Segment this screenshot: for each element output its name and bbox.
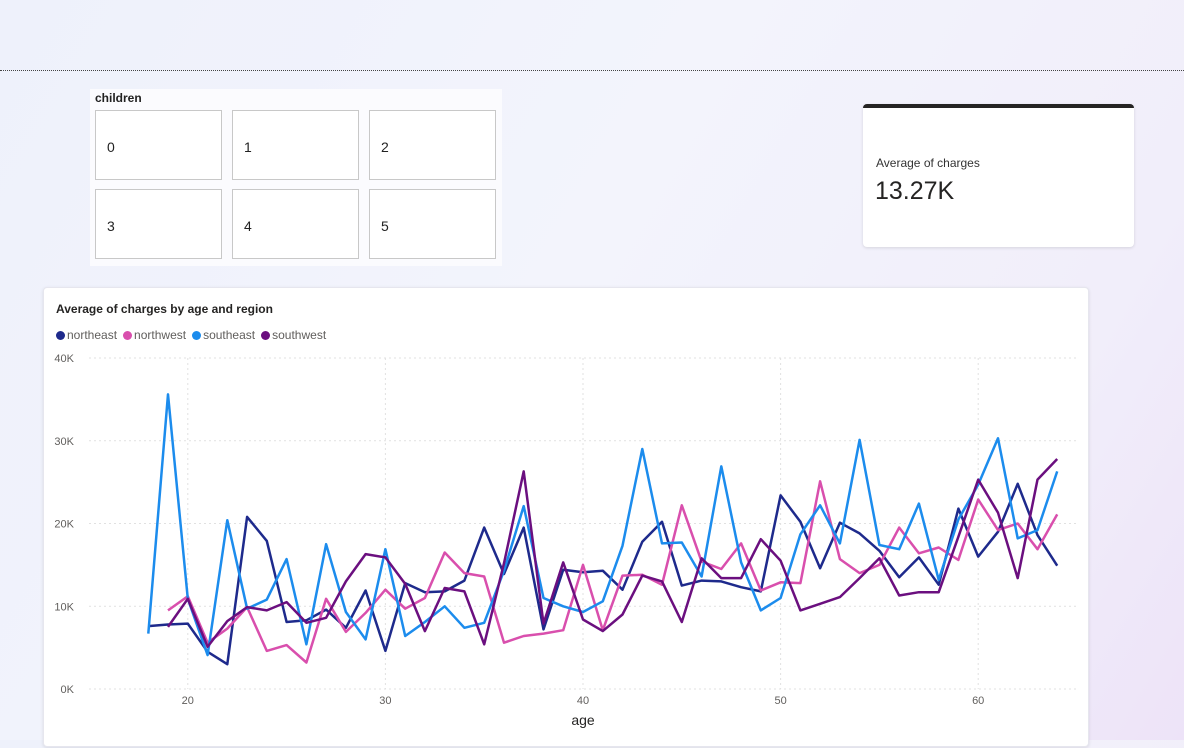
x-axis-label: age xyxy=(571,712,595,728)
slicer-tile-label: 3 xyxy=(107,218,115,234)
slicer-tile-4[interactable]: 4 xyxy=(232,189,359,259)
slicer-tile-label: 2 xyxy=(381,139,389,155)
legend-label: northwest xyxy=(134,328,187,342)
slicer-tile-label: 4 xyxy=(244,218,252,234)
slicer-tile-1[interactable]: 1 xyxy=(232,110,359,180)
slicer-tile-2[interactable]: 2 xyxy=(369,110,496,180)
chart-title: Average of charges by age and region xyxy=(56,302,273,316)
y-tick-label: 20K xyxy=(54,519,74,531)
legend-label: southwest xyxy=(272,328,327,342)
card-value: 13.27K xyxy=(875,177,955,205)
children-slicer: children 0 1 2 3 4 5 xyxy=(90,89,502,266)
legend-item-northeast[interactable]: northeast xyxy=(56,328,117,342)
slicer-title: children xyxy=(95,91,142,105)
slicer-tile-label: 0 xyxy=(107,139,115,155)
x-tick-label: 40 xyxy=(577,695,589,707)
slicer-tile-0[interactable]: 0 xyxy=(95,110,222,180)
y-tick-label: 10K xyxy=(54,601,74,613)
slicer-tile-3[interactable]: 3 xyxy=(95,189,222,259)
slicer-tile-label: 5 xyxy=(381,218,389,234)
average-charges-card: Average of charges 13.27K xyxy=(863,104,1134,247)
x-tick-label: 30 xyxy=(379,695,391,707)
legend-item-southeast[interactable]: southeast xyxy=(192,328,255,342)
legend-marker xyxy=(56,330,65,340)
header-band xyxy=(0,0,1184,71)
x-tick-label: 20 xyxy=(182,695,194,707)
line-chart-visual: 0K 10K 20K 30K 40K 20 30 40 50 60 age Average of c… xyxy=(43,287,1089,747)
legend-item-southwest[interactable]: southwest xyxy=(261,328,326,342)
slicer-tile-label: 1 xyxy=(244,139,252,155)
chart-plot: 0K 10K 20K 30K 40K 20 30 40 50 60 age xyxy=(54,353,1077,728)
x-tick-label: 60 xyxy=(972,695,984,707)
y-tick-label: 40K xyxy=(54,353,74,365)
slicer-tile-5[interactable]: 5 xyxy=(369,189,496,259)
legend-label: northeast xyxy=(67,328,118,342)
legend-marker xyxy=(192,330,202,340)
legend-label: southeast xyxy=(203,328,256,342)
y-tick-label: 0K xyxy=(61,684,75,696)
y-tick-label: 30K xyxy=(54,436,74,448)
legend-item-northwest[interactable]: northwest xyxy=(123,328,186,342)
legend-marker xyxy=(123,330,133,340)
x-tick-label: 50 xyxy=(774,695,786,707)
chart-legend: northeast northwest southeast southwest xyxy=(56,328,328,342)
card-label: Average of charges xyxy=(876,156,980,170)
legend-marker xyxy=(261,330,271,340)
